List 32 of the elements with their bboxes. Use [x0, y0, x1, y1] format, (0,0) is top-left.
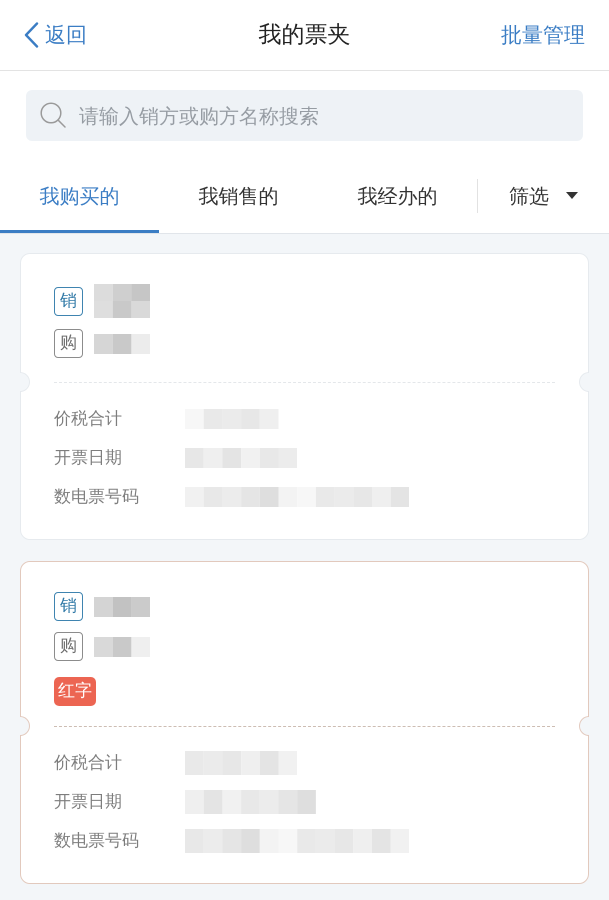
- mosaic-drawing: [94, 596, 150, 616]
- ticket-notch: [579, 716, 589, 736]
- field-label: 价税合计: [54, 754, 123, 772]
- ticket-notch: [20, 372, 30, 392]
- buyer-tag: 购: [54, 329, 83, 358]
- ticket-notch: [20, 716, 30, 736]
- search-field[interactable]: 请输入销方或购方名称搜索: [26, 90, 583, 141]
- seller-tag: 销: [54, 286, 83, 316]
- mosaic-drawing: [94, 334, 150, 354]
- field-label: 开票日期: [54, 794, 123, 810]
- search-icon: [40, 102, 66, 128]
- filter-button[interactable]: 筛选: [478, 158, 609, 233]
- buyer-tag: 购: [54, 632, 83, 661]
- invoice-card[interactable]: 销 购 红字 价税合计 开票日期 数电票号码: [20, 561, 589, 884]
- status-badge: 红字: [54, 677, 96, 706]
- field-label: 开票日期: [54, 450, 123, 466]
- field-label: 数电票号码: [54, 488, 140, 506]
- mosaic-drawing: [94, 284, 150, 318]
- mosaic-drawing: [94, 636, 150, 656]
- back-icon: [24, 22, 39, 48]
- ticket-notch: [579, 372, 589, 392]
- batch-manage-button[interactable]: 批量管理: [501, 24, 585, 46]
- invoice-card[interactable]: 销 购 价税合计 开票日期 数电票号码: [20, 253, 589, 540]
- tab[interactable]: 我经办的: [318, 158, 477, 233]
- caret-icon: [566, 192, 578, 199]
- tab[interactable]: 我购买的: [0, 158, 159, 233]
- back-button[interactable]: 返回: [24, 22, 87, 48]
- tab[interactable]: 我销售的: [159, 158, 318, 233]
- field-label: 数电票号码: [54, 832, 140, 850]
- seller-tag: 销: [54, 592, 83, 621]
- page-title: 我的票夹: [258, 24, 350, 46]
- field-label: 价税合计: [54, 410, 123, 428]
